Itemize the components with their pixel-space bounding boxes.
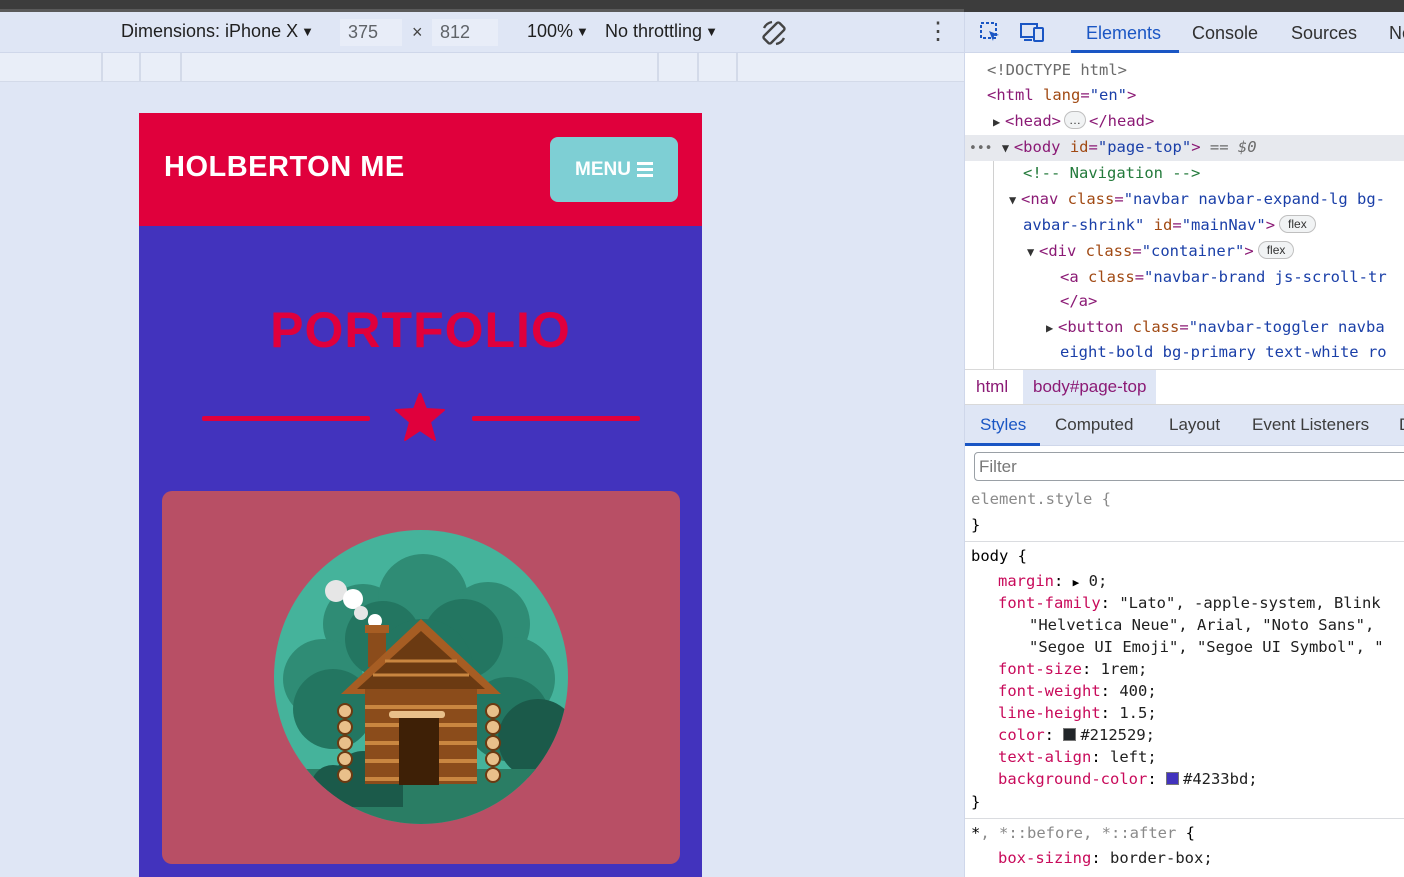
- divider-line-right: [472, 416, 640, 421]
- dom-node-nav-cont: avbar-shrink" id="mainNav"> flex: [1023, 214, 1316, 236]
- tab-sources[interactable]: Sources: [1291, 23, 1357, 44]
- site-navbar: HOLBERTON ME MENU: [139, 113, 702, 226]
- element-style-selector[interactable]: element.style {: [971, 488, 1111, 510]
- tab-elements[interactable]: Elements: [1086, 23, 1161, 44]
- devtools-panel: Elements Console Sources Ne <!DOCTYPE ht…: [964, 12, 1404, 877]
- rule-font-size[interactable]: font-size: 1rem;: [998, 658, 1147, 680]
- styles-filter-input[interactable]: Filter: [974, 452, 1404, 481]
- caret-down-icon: ▼: [705, 24, 718, 39]
- hamburger-icon: [636, 162, 653, 177]
- tab-styles[interactable]: Styles: [980, 415, 1026, 435]
- zoom-label: 100%: [527, 21, 574, 41]
- collapse-triangle-icon[interactable]: ▼: [1027, 241, 1039, 263]
- device-toggle-icon[interactable]: [1019, 21, 1045, 48]
- menu-label: MENU: [575, 158, 631, 180]
- tab-console[interactable]: Console: [1192, 23, 1258, 44]
- collapse-triangle-icon[interactable]: ▼: [1002, 137, 1014, 159]
- caret-down-icon: ▼: [301, 24, 314, 39]
- width-input[interactable]: 375: [340, 19, 402, 46]
- expand-triangle-icon[interactable]: ▶: [1046, 317, 1058, 339]
- star-icon: [395, 392, 445, 446]
- body-rule-close: }: [971, 793, 981, 811]
- collapse-triangle-icon[interactable]: ▼: [1009, 189, 1021, 211]
- portfolio-heading: PORTFOLIO: [270, 302, 571, 358]
- rule-margin[interactable]: margin: ▶ 0;: [998, 570, 1107, 592]
- tab-network[interactable]: Ne: [1389, 23, 1404, 44]
- more-options-icon[interactable]: ⋮: [926, 20, 950, 44]
- tab-computed[interactable]: Computed: [1055, 415, 1133, 435]
- dom-node-head[interactable]: ▶ <head>… </head>: [993, 110, 1154, 132]
- tab-dom-breakpoints[interactable]: D: [1399, 415, 1404, 435]
- caret-down-icon: ▼: [576, 24, 589, 39]
- dom-node-html[interactable]: <html lang="en">: [987, 84, 1136, 106]
- dom-node-anchor-close: </a>: [1060, 292, 1098, 310]
- emulated-phone-viewport: HOLBERTON ME MENU PORTFOLIO: [139, 113, 702, 877]
- rule-color[interactable]: color: #212529;: [998, 724, 1155, 746]
- flex-badge[interactable]: flex: [1257, 241, 1295, 259]
- color-swatch[interactable]: [1165, 772, 1179, 785]
- element-style-close: }: [971, 516, 981, 534]
- tab-event-listeners[interactable]: Event Listeners: [1252, 415, 1369, 435]
- rule-font-family-cont2: "Segoe UI Emoji", "Segoe UI Symbol", ": [1029, 638, 1384, 656]
- color-swatch[interactable]: [1063, 728, 1077, 741]
- dom-node-doctype[interactable]: <!DOCTYPE html>: [987, 59, 1127, 81]
- collapsed-ellipsis[interactable]: …: [1064, 111, 1086, 129]
- devtools-tabbar: Elements Console Sources Ne: [965, 12, 1404, 53]
- device-emulation-pane: Dimensions: iPhone X ▼ 375 × 812 100% ▼ No…: [0, 12, 964, 877]
- dom-node-body[interactable]: ••• ▼ <body id="page-top"> == $0: [969, 136, 1257, 158]
- dom-tree: <!DOCTYPE html> <html lang="en"> ▶ <head>…: [965, 53, 1404, 369]
- rule-background-color[interactable]: background-color: #4233bd;: [998, 768, 1258, 790]
- rule-line-height[interactable]: line-height: 1.5;: [998, 702, 1157, 724]
- divider-line-left: [202, 416, 370, 421]
- rule-box-sizing[interactable]: box-sizing: border-box;: [998, 847, 1213, 869]
- rule-font-family[interactable]: font-family: "Lato", -apple-system, Blin…: [998, 592, 1381, 614]
- device-toolbar: Dimensions: iPhone X ▼ 375 × 812 100% ▼ No…: [0, 12, 964, 53]
- rule-text-align[interactable]: text-align: left;: [998, 746, 1157, 768]
- active-styles-tab-indicator: [965, 443, 1040, 446]
- navbar-brand[interactable]: HOLBERTON ME: [164, 151, 405, 184]
- cabin-illustration: [273, 529, 569, 830]
- zoom-dropdown[interactable]: 100% ▼: [527, 21, 589, 42]
- dom-node-nav[interactable]: ▼ <nav class="navbar navbar-expand-lg bg-: [1009, 188, 1385, 210]
- menu-button[interactable]: MENU: [550, 137, 678, 202]
- rule-font-weight[interactable]: font-weight: 400;: [998, 680, 1157, 702]
- rule-font-family-cont1: "Helvetica Neue", Arial, "Noto Sans",: [1029, 616, 1375, 634]
- inspect-element-icon[interactable]: [979, 21, 1001, 48]
- dom-node-comment[interactable]: <!-- Navigation -->: [1023, 162, 1200, 184]
- dom-node-button-cont: eight-bold bg-primary text-white ro: [1060, 343, 1387, 361]
- flex-badge[interactable]: flex: [1279, 215, 1316, 233]
- styles-tabbar: Styles Computed Layout Event Listeners D: [965, 405, 1404, 446]
- breadcrumb-html[interactable]: html: [966, 370, 1018, 404]
- breadcrumb: html body#page-top: [965, 369, 1404, 405]
- times-sign: ×: [412, 22, 423, 42]
- dom-node-container[interactable]: ▼ <div class="container"> flex: [1027, 240, 1295, 263]
- height-input[interactable]: 812: [432, 19, 498, 46]
- universal-rule-selector[interactable]: *, *::before, *::after {: [971, 822, 1195, 844]
- dom-node-button[interactable]: ▶ <button class="navbar-toggler navba: [1046, 316, 1385, 338]
- dom-node-anchor[interactable]: <a class="navbar-brand js-scroll-tr: [1060, 266, 1387, 288]
- browser-top-edge: [0, 0, 1404, 12]
- body-rule-selector[interactable]: body {: [971, 545, 1027, 567]
- breadcrumb-body[interactable]: body#page-top: [1023, 370, 1157, 404]
- tab-layout[interactable]: Layout: [1169, 415, 1220, 435]
- dimensions-label: Dimensions: iPhone X: [121, 21, 299, 41]
- rotate-icon[interactable]: [760, 19, 788, 52]
- expand-triangle-icon[interactable]: ▶: [993, 111, 1005, 133]
- dimensions-dropdown[interactable]: Dimensions: iPhone X ▼: [121, 21, 314, 42]
- throttling-dropdown[interactable]: No throttling ▼: [605, 21, 718, 42]
- portfolio-item-card[interactable]: [162, 491, 680, 864]
- media-query-ruler: [0, 53, 964, 82]
- throttling-label: No throttling: [605, 21, 703, 41]
